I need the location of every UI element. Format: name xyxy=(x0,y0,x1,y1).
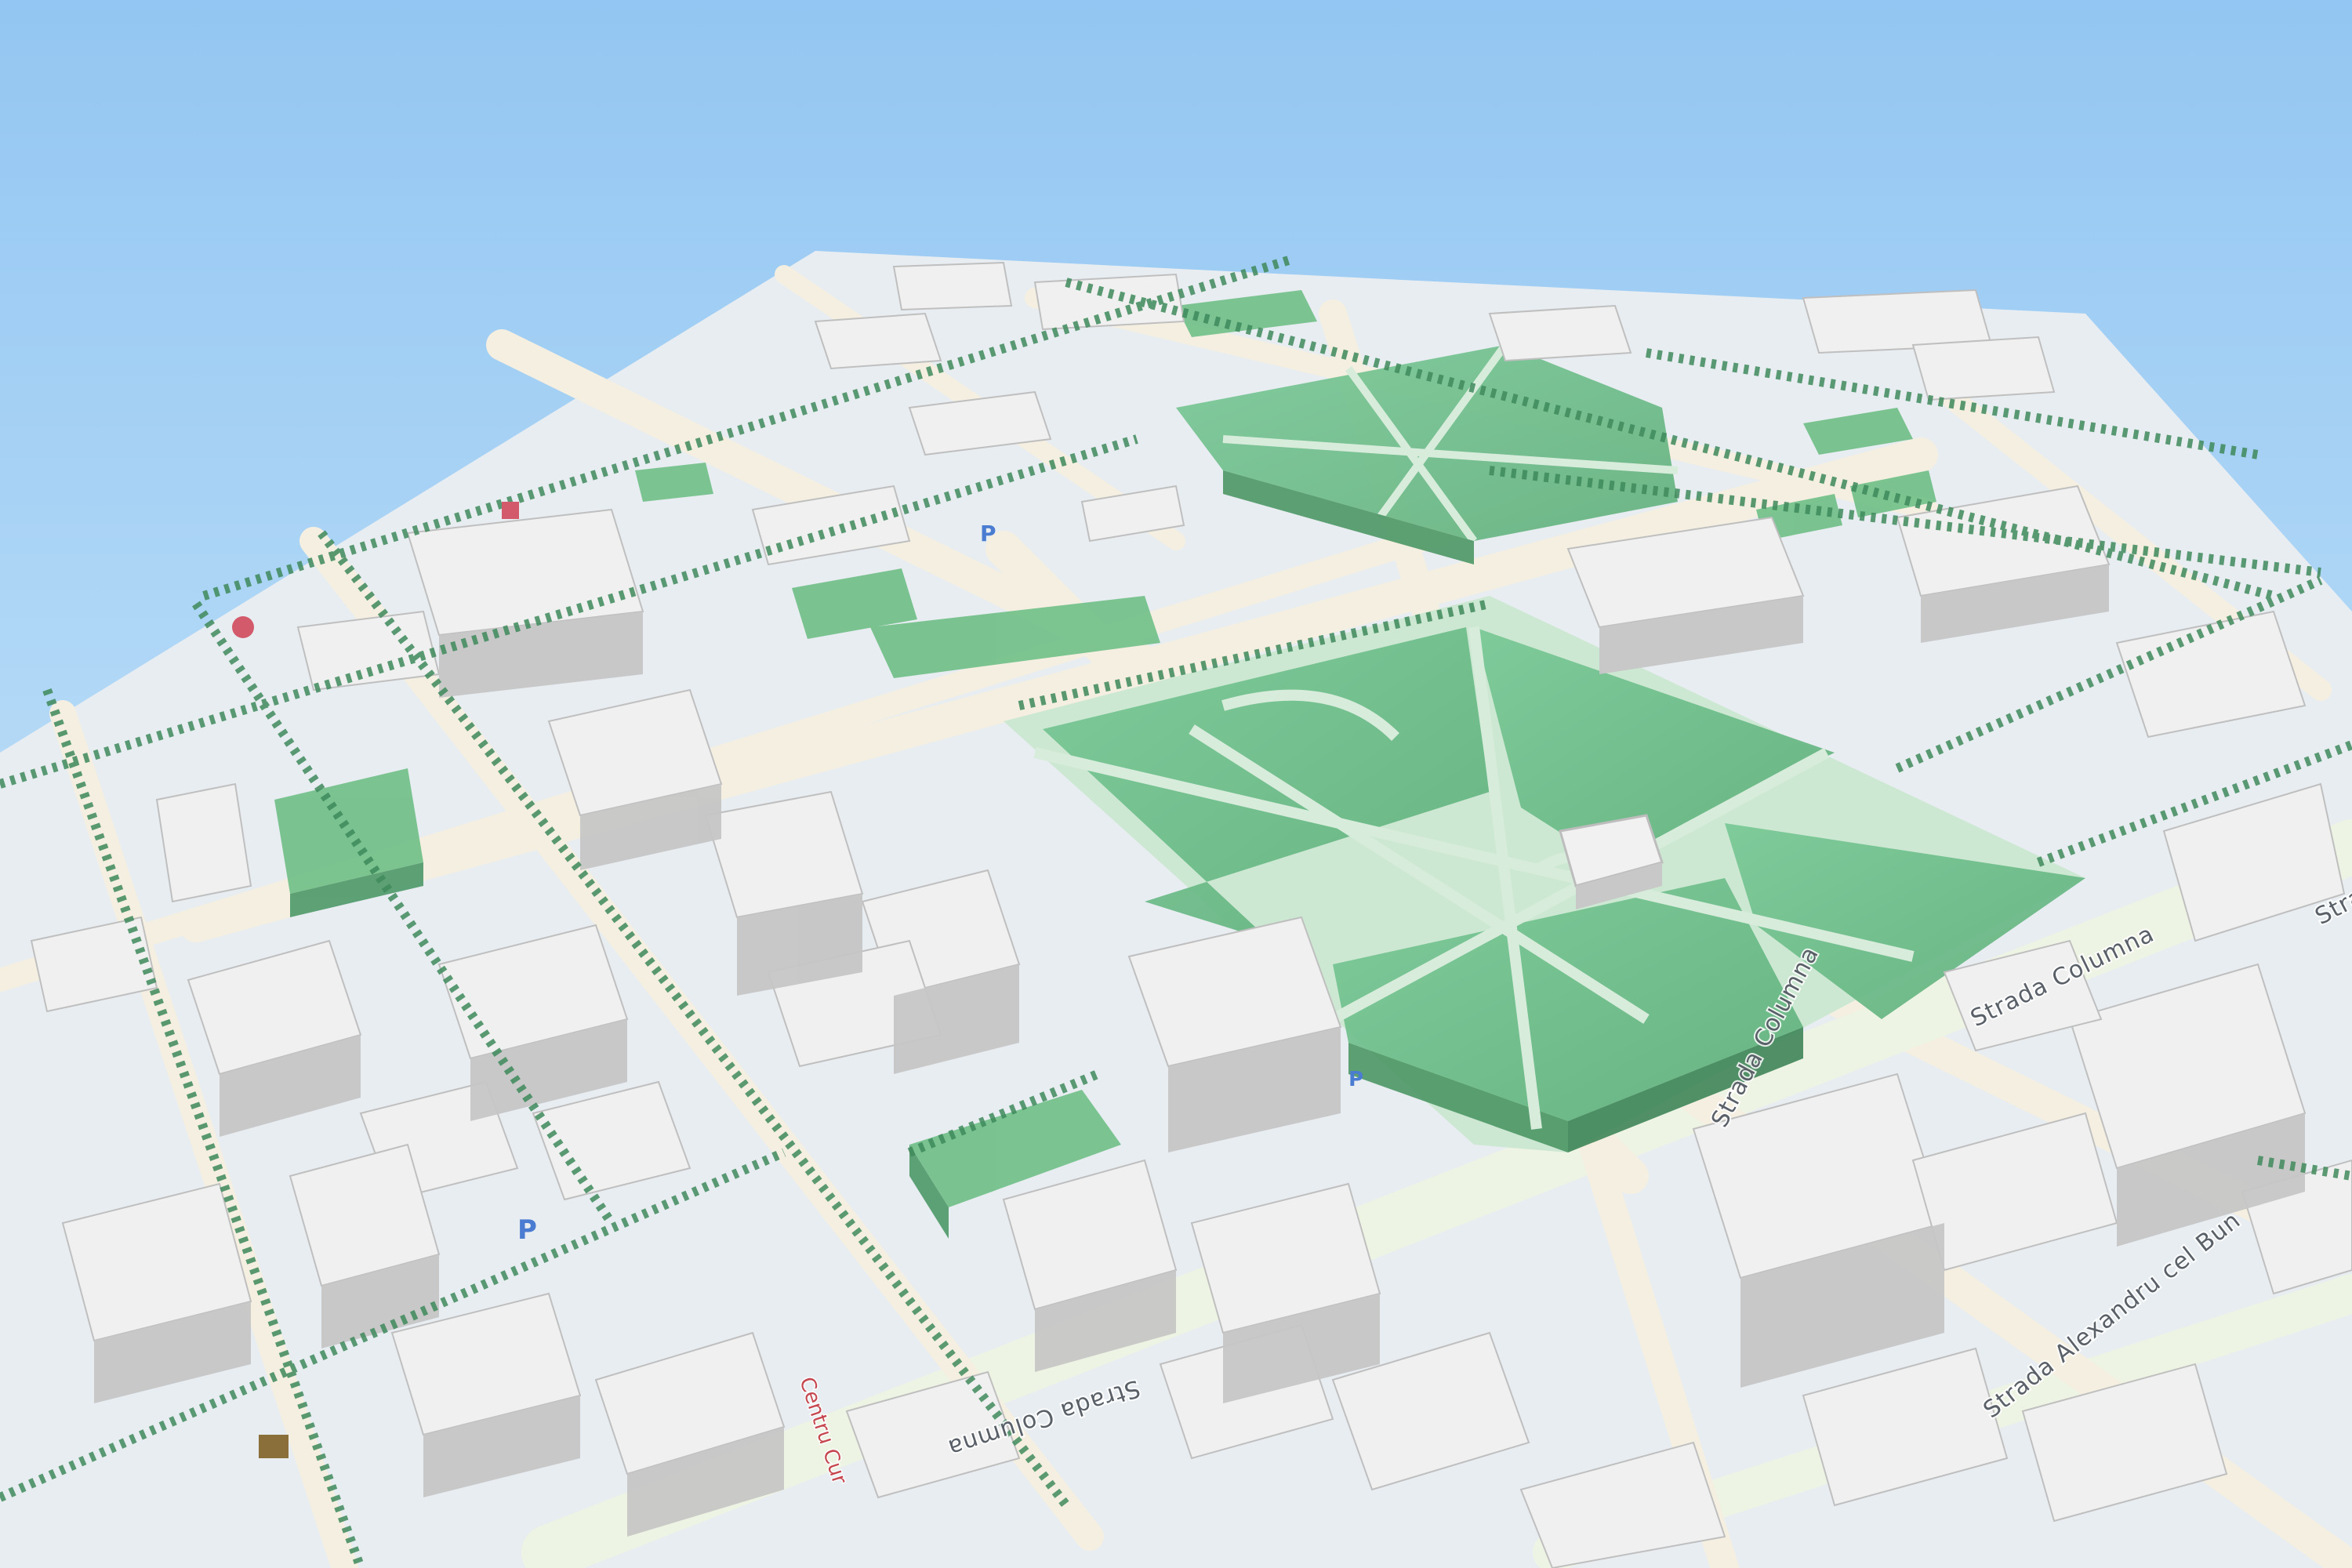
svg-text:P: P xyxy=(517,1214,537,1246)
parking-icon[interactable]: P xyxy=(1348,1068,1363,1091)
svg-text:P: P xyxy=(1348,1068,1363,1091)
atm-icon[interactable] xyxy=(259,1435,289,1458)
shop-icon[interactable] xyxy=(232,616,254,638)
svg-text:P: P xyxy=(980,521,996,546)
map-3d-view[interactable]: P P P Strada Columna Strada Columna Stra… xyxy=(0,0,2352,1568)
parking-icon[interactable]: P xyxy=(517,1214,537,1246)
parking-icon[interactable]: P xyxy=(980,521,996,546)
hospital-icon[interactable] xyxy=(502,502,519,519)
